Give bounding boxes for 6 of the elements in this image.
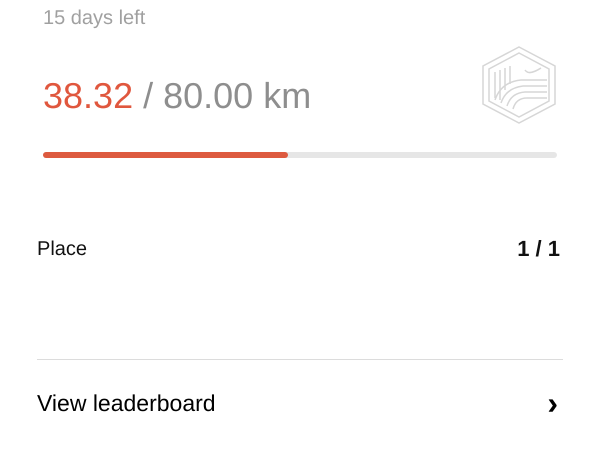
- distance-progress-text: 38.32 / 80.00 km: [43, 74, 312, 118]
- place-label: Place: [37, 238, 88, 260]
- days-left-text: 15 days left: [43, 6, 146, 31]
- view-leaderboard-link[interactable]: View leaderboard ›: [0, 388, 600, 418]
- place-value: 1 / 1: [517, 236, 560, 262]
- badge-icon: [481, 46, 557, 124]
